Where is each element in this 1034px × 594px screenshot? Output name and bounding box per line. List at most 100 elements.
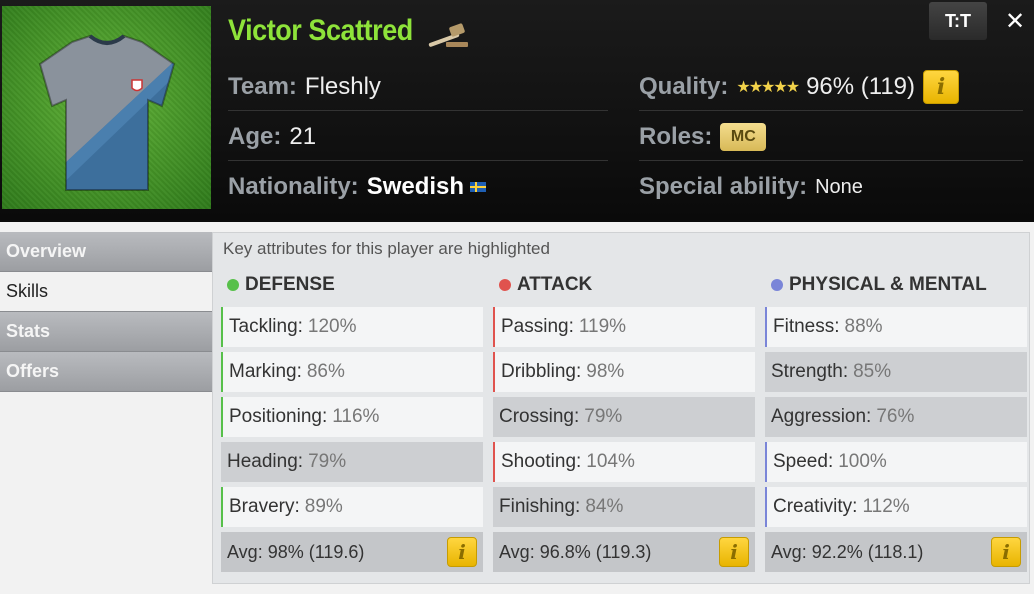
physical-mental-column: PHYSICAL & MENTAL Fitness: 88% Strength:…	[765, 271, 1027, 572]
attribute-value: 79%	[584, 406, 623, 427]
attribute-row: Fitness: 88%	[765, 307, 1027, 347]
attribute-value: 79%	[308, 451, 347, 472]
tab-stats[interactable]: Stats	[0, 312, 212, 352]
attribute-name: Passing:	[501, 316, 574, 337]
roles-label: Roles:	[639, 123, 713, 150]
special-ability-label: Special ability:	[639, 173, 808, 200]
divider	[639, 110, 1023, 111]
team-label: Team:	[228, 73, 297, 100]
team-row: Team: Fleshly	[228, 64, 608, 110]
divider	[228, 160, 608, 161]
quality-value: 96% (119)	[806, 73, 916, 100]
attribute-name: Speed:	[773, 451, 834, 472]
quality-label: Quality:	[639, 73, 729, 100]
attribute-row: Aggression: 76%	[765, 397, 1027, 437]
attribute-row: Heading: 79%	[221, 442, 483, 482]
physical-mental-title: PHYSICAL & MENTAL	[765, 271, 1027, 299]
attack-title: ATTACK	[493, 271, 755, 299]
nationality-row: Nationality: Swedish	[228, 164, 608, 210]
special-ability-value: None	[815, 175, 863, 198]
gavel-icon[interactable]	[424, 22, 472, 48]
divider	[228, 110, 608, 111]
attribute-name: Fitness:	[773, 316, 840, 337]
attribute-value: 112%	[862, 496, 910, 517]
age-value: 21	[289, 123, 317, 150]
attribute-row: Strength: 85%	[765, 352, 1027, 392]
attribute-name: Marking:	[229, 361, 302, 382]
player-name: Victor Scattred	[228, 14, 413, 47]
defense-average: Avg: 98% (119.6)	[227, 541, 365, 562]
skills-hint: Key attributes for this player are highl…	[223, 239, 550, 258]
attribute-value: 85%	[853, 361, 892, 382]
attribute-value: 100%	[838, 451, 887, 472]
attribute-row: Positioning: 116%	[221, 397, 483, 437]
physical-mental-dot-icon	[771, 279, 783, 291]
attribute-value: 76%	[876, 406, 915, 427]
attribute-row: Marking: 86%	[221, 352, 483, 392]
nationality-value: Swedish	[366, 173, 465, 200]
attack-title-label: ATTACK	[517, 274, 593, 295]
attack-info-button[interactable]: i	[719, 537, 749, 567]
attack-average-row: Avg: 96.8% (119.3) i	[493, 532, 755, 572]
divider	[639, 160, 1023, 161]
attribute-name: Positioning:	[229, 406, 328, 427]
attribute-name: Creativity:	[773, 496, 858, 517]
attribute-name: Tackling:	[229, 316, 303, 337]
attack-average: Avg: 96.8% (119.3)	[499, 541, 652, 562]
special-ability-row: Special ability: None	[639, 164, 1023, 210]
attribute-row: Crossing: 79%	[493, 397, 755, 437]
attribute-row: Creativity: 112%	[765, 487, 1027, 527]
attribute-name: Shooting:	[501, 451, 582, 472]
attribute-name: Dribbling:	[501, 361, 582, 382]
close-icon[interactable]: ✕	[997, 2, 1033, 40]
player-header: Victor Scattred Team: Fleshly Age: 21 Na…	[0, 0, 1034, 222]
attribute-row: Shooting: 104%	[493, 442, 755, 482]
compare-shirts-icon[interactable]: T:T	[929, 2, 987, 40]
attribute-value: 89%	[304, 496, 343, 517]
physical-mental-average: Avg: 92.2% (118.1)	[771, 541, 924, 562]
attribute-name: Crossing:	[499, 406, 580, 427]
defense-title: DEFENSE	[221, 271, 483, 299]
attribute-value: 84%	[585, 496, 624, 517]
player-jersey-image	[2, 6, 211, 209]
age-row: Age: 21	[228, 114, 608, 160]
attribute-value: 86%	[306, 361, 345, 382]
quality-stars-icon: ★★★★★	[736, 79, 800, 96]
role-badge: MC	[720, 123, 767, 151]
physical-mental-info-button[interactable]: i	[991, 537, 1021, 567]
attribute-row: Tackling: 120%	[221, 307, 483, 347]
attribute-name: Aggression:	[771, 406, 872, 427]
defense-column: DEFENSE Tackling: 120% Marking: 86% Posi…	[221, 271, 483, 572]
nationality-label: Nationality:	[228, 173, 359, 200]
tab-skills[interactable]: Skills	[0, 272, 212, 312]
attribute-value: 98%	[586, 361, 625, 382]
sweden-flag-icon	[470, 182, 487, 192]
defense-info-button[interactable]: i	[447, 537, 477, 567]
attribute-name: Strength:	[771, 361, 849, 382]
skills-panel: Key attributes for this player are highl…	[212, 232, 1030, 584]
attribute-value: 116%	[332, 406, 380, 427]
attribute-row: Speed: 100%	[765, 442, 1027, 482]
defense-title-label: DEFENSE	[245, 274, 335, 295]
attack-dot-icon	[499, 279, 511, 291]
attribute-value: 120%	[307, 316, 357, 337]
attack-column: ATTACK Passing: 119% Dribbling: 98% Cros…	[493, 271, 755, 572]
defense-dot-icon	[227, 279, 239, 291]
jersey-icon	[38, 34, 176, 191]
physical-mental-average-row: Avg: 92.2% (118.1) i	[765, 532, 1027, 572]
physical-mental-title-label: PHYSICAL & MENTAL	[789, 274, 987, 295]
attribute-name: Bravery:	[229, 496, 300, 517]
attribute-value: 104%	[586, 451, 635, 472]
sidebar-tabs: Overview Skills Stats Offers	[0, 232, 212, 392]
attribute-row: Bravery: 89%	[221, 487, 483, 527]
team-value[interactable]: Fleshly	[305, 73, 381, 101]
quality-info-button[interactable]: i	[923, 70, 960, 104]
quality-row: Quality: ★★★★★ 96% (119) i	[639, 64, 1023, 110]
defense-average-row: Avg: 98% (119.6) i	[221, 532, 483, 572]
attribute-row: Dribbling: 98%	[493, 352, 755, 392]
age-label: Age:	[228, 123, 282, 150]
tab-offers[interactable]: Offers	[0, 352, 212, 392]
attribute-row: Passing: 119%	[493, 307, 755, 347]
attribute-value: 119%	[578, 316, 627, 337]
tab-overview[interactable]: Overview	[0, 232, 212, 272]
